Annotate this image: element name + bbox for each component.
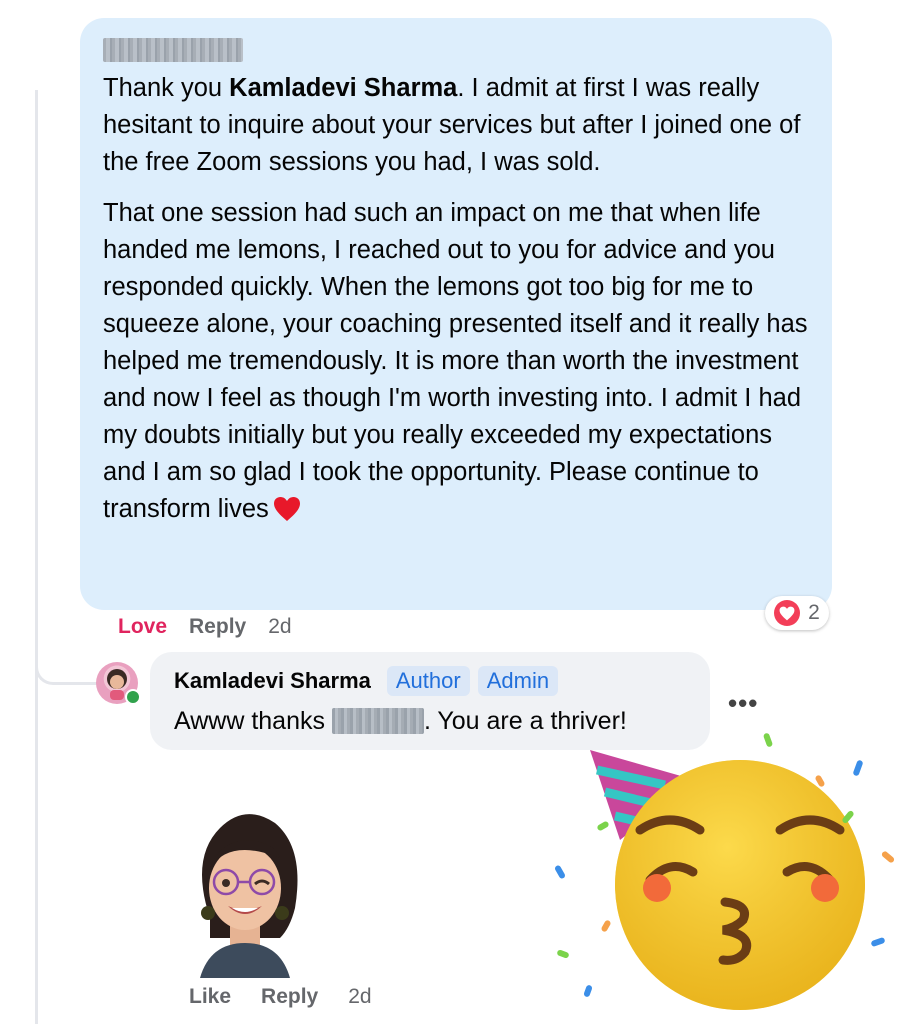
comment-timestamp[interactable]: 2d <box>268 615 291 639</box>
heart-icon <box>273 497 300 521</box>
love-reaction-icon <box>774 600 801 626</box>
reaction-count: 2 <box>808 601 820 624</box>
author-avatar[interactable] <box>96 662 141 705</box>
redacted-commenter-name <box>103 38 243 62</box>
reply-button[interactable]: Reply <box>189 615 246 639</box>
party-kiss-emoji-sticker <box>555 733 895 1010</box>
reaction-count-pill[interactable]: 2 <box>765 596 829 630</box>
comment-bubble: Thank you Kamladevi Sharma. I admit at f… <box>80 18 832 610</box>
mention-link[interactable]: Kamladevi Sharma <box>229 74 457 102</box>
comment-paragraph-1: Thank you Kamladevi Sharma. I admit at f… <box>103 70 810 181</box>
love-button[interactable]: Love <box>118 615 167 639</box>
reply-author-name[interactable]: Kamladevi Sharma <box>174 668 371 694</box>
avatar-wink-sticker <box>200 814 298 978</box>
more-options-icon[interactable]: ••• <box>728 688 758 719</box>
reply-timestamp[interactable]: 2d <box>348 985 371 1009</box>
comment-paragraph-2: That one session had such an impact on m… <box>103 195 810 528</box>
reply-text-before: Awww thanks <box>174 707 332 735</box>
reply-button-2[interactable]: Reply <box>261 985 318 1009</box>
thread-line <box>35 90 38 1024</box>
reply-actions: Like Reply 2d <box>189 985 372 1009</box>
author-badge: Author <box>386 666 470 696</box>
comment-text-body: That one session had such an impact on m… <box>103 199 808 523</box>
comment-actions: Love Reply 2d <box>118 615 292 639</box>
redacted-mention <box>331 708 424 734</box>
reply-branch-line <box>35 612 98 685</box>
comment-text-prefix: Thank you <box>103 74 230 102</box>
like-button[interactable]: Like <box>189 985 231 1009</box>
reply-header: Kamladevi Sharma Author Admin <box>174 664 686 698</box>
admin-badge: Admin <box>477 666 559 696</box>
online-status-dot <box>125 689 141 705</box>
